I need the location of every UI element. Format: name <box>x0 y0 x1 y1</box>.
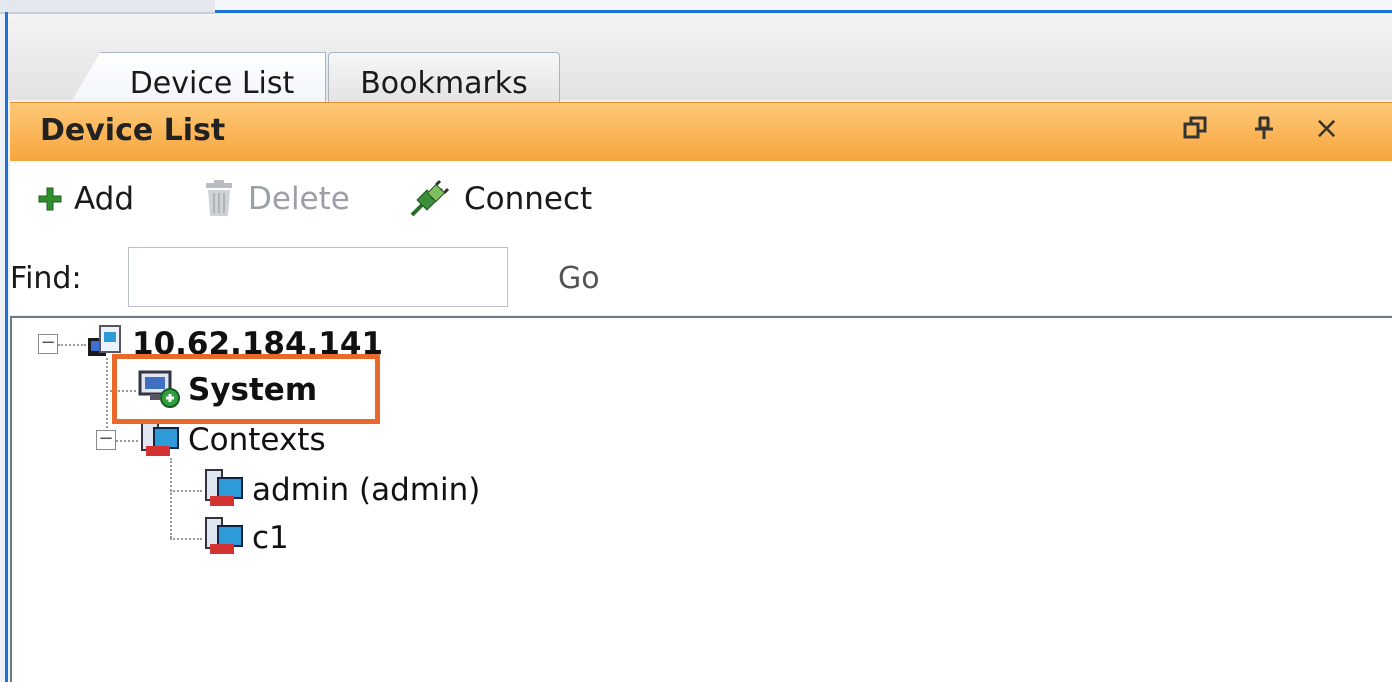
tree-node-context-admin-label: admin (admin) <box>252 472 481 508</box>
connect-label: Connect <box>464 181 593 217</box>
plug-connect-icon <box>408 179 452 219</box>
plus-icon <box>38 187 62 211</box>
context-icon <box>202 468 246 512</box>
toolbar: Add Delete Connect <box>10 161 1392 241</box>
tab-bar: Device List Bookmarks <box>8 14 1392 114</box>
tree-node-contexts[interactable]: Contexts <box>138 418 326 462</box>
contexts-icon <box>138 418 182 462</box>
delete-button[interactable]: Delete <box>202 179 350 219</box>
find-label: Find: <box>10 261 82 296</box>
delete-label: Delete <box>248 181 350 217</box>
panel-title-bar: Device List × <box>10 102 1392 162</box>
window: Device List Bookmarks Device List × Add … <box>0 0 1392 682</box>
find-row: Find: Go <box>10 241 1392 315</box>
tree-node-context-c1[interactable]: c1 <box>202 516 289 560</box>
connect-button[interactable]: Connect <box>408 179 592 219</box>
panel-title: Device List <box>40 113 226 148</box>
pin-icon[interactable] <box>1252 115 1276 148</box>
tab-bookmarks-label: Bookmarks <box>360 66 528 101</box>
trash-icon <box>202 180 236 218</box>
go-button[interactable]: Go <box>558 261 600 296</box>
collapse-contexts-toggle[interactable]: − <box>96 430 116 450</box>
collapse-root-toggle[interactable]: − <box>38 334 58 354</box>
context-icon <box>202 516 246 560</box>
highlight-box <box>112 354 380 424</box>
add-label: Add <box>74 181 135 217</box>
top-strip <box>0 0 1392 14</box>
left-border <box>5 12 8 682</box>
find-input[interactable] <box>128 247 508 307</box>
close-icon[interactable]: × <box>1314 111 1339 146</box>
tree-node-context-admin[interactable]: admin (admin) <box>202 468 480 512</box>
tree-node-contexts-label: Contexts <box>188 422 326 458</box>
tree-node-context-c1-label: c1 <box>252 520 289 556</box>
add-button[interactable]: Add <box>38 179 134 219</box>
restore-window-icon[interactable] <box>1182 115 1208 148</box>
tab-device-list-label: Device List <box>129 66 295 101</box>
